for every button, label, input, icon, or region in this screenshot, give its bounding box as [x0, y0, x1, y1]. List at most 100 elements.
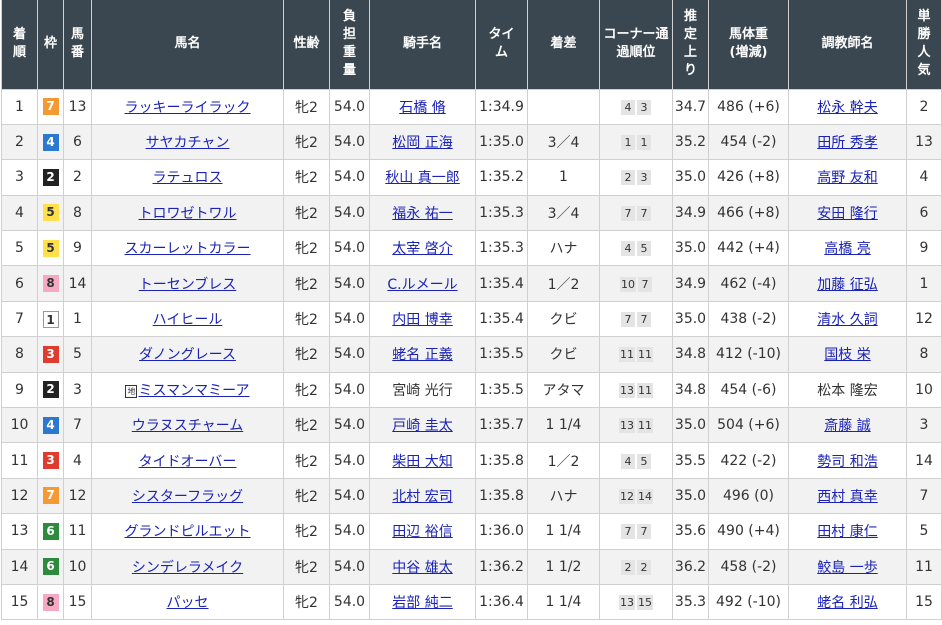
- finish-time: 1:36.4: [479, 594, 524, 611]
- popularity-cell: 4: [906, 159, 942, 196]
- horse-name-link[interactable]: パッセ: [167, 595, 209, 611]
- jockey-link[interactable]: 中谷 雄太: [392, 560, 452, 576]
- sex-age-cell: 牝2: [283, 548, 330, 585]
- last-3f: 35.0: [674, 311, 707, 328]
- horse-number: 2: [73, 169, 82, 186]
- finish-time: 1:35.7: [479, 417, 524, 434]
- jockey-link[interactable]: 松岡 正海: [392, 135, 452, 151]
- jockey-link[interactable]: 太宰 啓介: [392, 241, 452, 257]
- corner-position: 3: [637, 170, 651, 186]
- jockey-link[interactable]: C.ルメール: [387, 277, 457, 293]
- table-row: 2 4 6 サヤカチャン 牝2 54.0 松岡 正海 1:35.0 3／4 1 1 35.2 454 (…: [1, 123, 942, 161]
- header-row: 着順 枠 馬番 馬名 性齢 負担重量 騎手名 タイム 着差 コーナー通過順位 推…: [1, 0, 942, 90]
- trainer-link[interactable]: 加藤 征弘: [817, 277, 877, 293]
- horse-name-link[interactable]: タイドオーバー: [139, 454, 237, 470]
- corner-position: 5: [637, 453, 651, 469]
- sex-age-cell: 牝2: [283, 513, 330, 550]
- trainer-link[interactable]: 斎藤 誠: [824, 418, 870, 434]
- time-cell: 1:35.5: [475, 371, 528, 409]
- trainer-link[interactable]: 安田 隆行: [817, 206, 877, 222]
- number-cell: 10: [63, 548, 92, 585]
- table-row: 9 2 3 地ミスマンマミーア 牝2 54.0 宮崎 光行 1:35.5 アタマ 13 11 34.8…: [1, 371, 942, 409]
- passing-cell: 13 15: [599, 583, 673, 621]
- horse-name-link[interactable]: ハイヒール: [153, 312, 223, 328]
- trainer-link[interactable]: 勢司 和浩: [817, 454, 877, 470]
- jockey-link[interactable]: 柴田 大知: [392, 454, 452, 470]
- body-weight-cell: 486 (+6): [708, 88, 789, 125]
- frame-badge: 7: [42, 98, 59, 116]
- header-time-label: タイム: [488, 27, 515, 61]
- horse-name-link[interactable]: サヤカチャン: [146, 135, 230, 151]
- jockey-link[interactable]: 田辺 裕信: [392, 524, 452, 540]
- jockey-link[interactable]: 福永 祐一: [392, 206, 452, 222]
- header-popularity-label: 単勝人気: [917, 9, 931, 79]
- passing-cell: 10 7: [599, 265, 673, 302]
- horse-name-link[interactable]: トーセンブレス: [139, 277, 237, 293]
- trainer-cell: 清水 久詞: [788, 300, 907, 338]
- trainer-link[interactable]: 田所 秀孝: [817, 135, 877, 151]
- horse-name-link[interactable]: シスターフラッグ: [132, 489, 243, 505]
- horse-cell: シンデレラメイク: [91, 548, 284, 585]
- sex-age-cell: 牝2: [283, 442, 330, 479]
- trainer-link[interactable]: 松永 幹夫: [817, 100, 877, 116]
- horse-name-link[interactable]: ダノングレース: [139, 347, 236, 363]
- horse-name-link[interactable]: ミスマンマミーア: [138, 383, 249, 399]
- horse-name-link[interactable]: トロワゼトワル: [139, 206, 237, 222]
- trainer-link[interactable]: 田村 康仁: [817, 524, 877, 540]
- frame-cell: 3: [37, 442, 64, 479]
- popularity: 4: [919, 169, 929, 186]
- carried-weight: 54.0: [333, 558, 366, 575]
- popularity-cell: 14: [906, 442, 942, 479]
- finish-position: 4: [15, 204, 24, 221]
- popularity-cell: 13: [906, 123, 942, 161]
- body-weight-cell: 412 (-10): [708, 336, 789, 373]
- trainer-link[interactable]: 鮫島 一歩: [817, 560, 877, 576]
- jockey-link[interactable]: 北村 宏司: [392, 489, 452, 505]
- jockey-cell: 石橋 脩: [369, 88, 476, 125]
- corner-position: 7: [621, 205, 635, 221]
- last3f-cell: 35.0: [672, 300, 709, 338]
- horse-name-link[interactable]: グランドピルエット: [125, 524, 251, 540]
- finish-cell: 3: [1, 159, 38, 196]
- trainer-link[interactable]: 高野 友和: [817, 170, 877, 186]
- trainer-link[interactable]: 国枝 栄: [824, 347, 870, 363]
- finish-time: 1:35.8: [479, 452, 524, 469]
- time-cell: 1:35.8: [475, 477, 528, 515]
- sex-age-cell: 牝2: [283, 407, 330, 444]
- jockey-link[interactable]: 岩部 純二: [392, 595, 452, 611]
- trainer-link[interactable]: 清水 久詞: [817, 312, 877, 328]
- carried-weight: 54.0: [333, 487, 366, 504]
- horse-number: 11: [68, 523, 87, 540]
- jockey-link[interactable]: 石橋 脩: [399, 100, 445, 116]
- weight-cell: 54.0: [329, 407, 370, 444]
- horse-name-link[interactable]: スカーレットカラー: [125, 241, 251, 257]
- jockey-link[interactable]: 蛯名 正義: [392, 347, 452, 363]
- finish-position: 10: [10, 417, 29, 434]
- corner-position: 11: [619, 347, 635, 363]
- frame-badge: 2: [42, 168, 59, 186]
- margin: 1 1/4: [545, 594, 582, 611]
- corner-positions: 12 14: [619, 488, 653, 504]
- jockey-cell: C.ルメール: [369, 265, 476, 302]
- trainer-link[interactable]: 高橋 亮: [824, 241, 870, 257]
- jockey-link[interactable]: 秋山 真一郎: [385, 170, 459, 186]
- body-weight: 504 (+6): [717, 417, 780, 434]
- finish-time: 1:36.2: [479, 558, 524, 575]
- sex-age: 牝2: [295, 205, 318, 222]
- horse-name-link[interactable]: ラテュロス: [153, 170, 223, 186]
- horse-name-link[interactable]: ウラヌスチャーム: [132, 418, 243, 434]
- trainer-link[interactable]: 蛯名 利弘: [817, 595, 877, 611]
- header-number: 馬番: [63, 0, 92, 90]
- jockey-link[interactable]: 内田 博幸: [392, 312, 452, 328]
- horse-number: 14: [68, 275, 87, 292]
- jockey-link[interactable]: 戸崎 圭太: [392, 418, 452, 434]
- jockey-cell: 秋山 真一郎: [369, 159, 476, 196]
- corner-position: 1: [637, 135, 651, 151]
- table-row: 5 5 9 スカーレットカラー 牝2 54.0 太宰 啓介 1:35.3 ハナ 4 5 35.0 442…: [1, 230, 942, 267]
- popularity: 10: [915, 381, 933, 398]
- trainer-link[interactable]: 西村 真幸: [817, 489, 877, 505]
- number-cell: 6: [63, 123, 92, 161]
- horse-name-link[interactable]: シンデレラメイク: [132, 560, 243, 576]
- horse-name-link[interactable]: ラッキーライラック: [125, 100, 251, 116]
- last-3f: 34.9: [674, 275, 707, 292]
